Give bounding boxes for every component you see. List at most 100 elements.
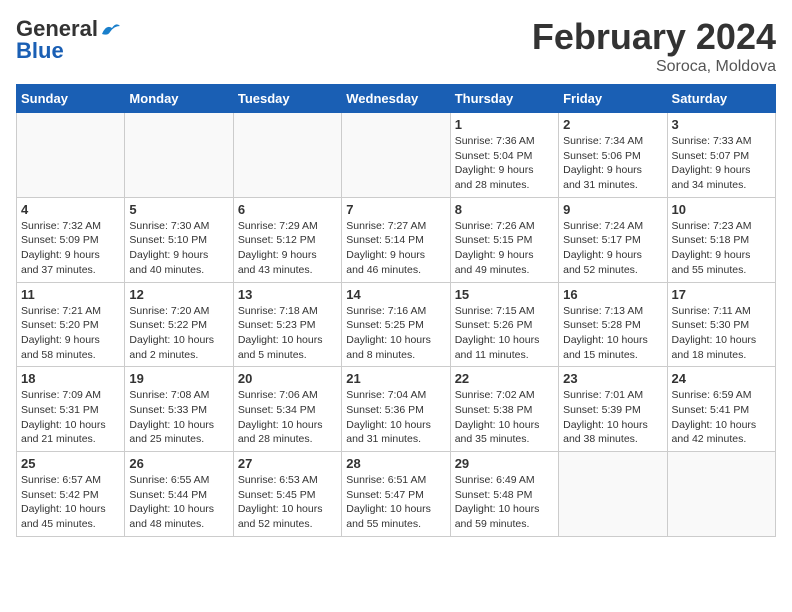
day-info: Sunrise: 7:09 AMSunset: 5:31 PMDaylight:…: [21, 388, 120, 447]
day-number: 3: [672, 117, 771, 132]
day-info: Sunrise: 7:26 AMSunset: 5:15 PMDaylight:…: [455, 219, 554, 278]
week-row-5: 25 Sunrise: 6:57 AMSunset: 5:42 PMDayligh…: [17, 452, 776, 537]
day-info: Sunrise: 7:34 AMSunset: 5:06 PMDaylight:…: [563, 134, 662, 193]
table-cell: 22 Sunrise: 7:02 AMSunset: 5:38 PMDayligh…: [450, 367, 558, 452]
table-cell: 23 Sunrise: 7:01 AMSunset: 5:39 PMDayligh…: [559, 367, 667, 452]
day-info: Sunrise: 7:06 AMSunset: 5:34 PMDaylight:…: [238, 388, 337, 447]
logo-blue: Blue: [16, 38, 64, 64]
table-cell: 1 Sunrise: 7:36 AMSunset: 5:04 PMDaylight…: [450, 113, 558, 198]
day-info: Sunrise: 7:15 AMSunset: 5:26 PMDaylight:…: [455, 304, 554, 363]
table-cell: 29 Sunrise: 6:49 AMSunset: 5:48 PMDayligh…: [450, 452, 558, 537]
calendar-table: Sunday Monday Tuesday Wednesday Thursday…: [16, 84, 776, 537]
day-number: 26: [129, 456, 228, 471]
table-cell: [233, 113, 341, 198]
table-cell: 25 Sunrise: 6:57 AMSunset: 5:42 PMDayligh…: [17, 452, 125, 537]
table-cell: 7 Sunrise: 7:27 AMSunset: 5:14 PMDaylight…: [342, 197, 450, 282]
table-cell: 13Sunrise: 7:18 AMSunset: 5:23 PMDayligh…: [233, 282, 341, 367]
page-header: General Blue February 2024 Soroca, Moldo…: [16, 16, 776, 76]
table-cell: [17, 113, 125, 198]
table-cell: 27Sunrise: 6:53 AMSunset: 5:45 PMDayligh…: [233, 452, 341, 537]
day-number: 10: [672, 202, 771, 217]
day-number: 17: [672, 287, 771, 302]
table-cell: 12 Sunrise: 7:20 AMSunset: 5:22 PMDayligh…: [125, 282, 233, 367]
day-info: Sunrise: 6:57 AMSunset: 5:42 PMDaylight:…: [21, 473, 120, 532]
day-number: 12: [129, 287, 228, 302]
week-row-2: 4 Sunrise: 7:32 AMSunset: 5:09 PMDaylight…: [17, 197, 776, 282]
day-info: Sunrise: 7:20 AMSunset: 5:22 PMDaylight:…: [129, 304, 228, 363]
table-cell: 16 Sunrise: 7:13 AMSunset: 5:28 PMDayligh…: [559, 282, 667, 367]
day-number: 11: [21, 287, 120, 302]
day-info: Sunrise: 7:33 AMSunset: 5:07 PMDaylight:…: [672, 134, 771, 193]
table-cell: 10 Sunrise: 7:23 AMSunset: 5:18 PMDayligh…: [667, 197, 775, 282]
table-cell: [342, 113, 450, 198]
day-number: 15: [455, 287, 554, 302]
table-cell: 6 Sunrise: 7:29 AMSunset: 5:12 PMDaylight…: [233, 197, 341, 282]
table-cell: 4 Sunrise: 7:32 AMSunset: 5:09 PMDaylight…: [17, 197, 125, 282]
day-info: Sunrise: 7:24 AMSunset: 5:17 PMDaylight:…: [563, 219, 662, 278]
day-number: 25: [21, 456, 120, 471]
week-row-3: 11Sunrise: 7:21 AMSunset: 5:20 PMDayligh…: [17, 282, 776, 367]
day-number: 4: [21, 202, 120, 217]
table-cell: 19 Sunrise: 7:08 AMSunset: 5:33 PMDayligh…: [125, 367, 233, 452]
col-thursday: Thursday: [450, 85, 558, 113]
day-info: Sunrise: 7:08 AMSunset: 5:33 PMDaylight:…: [129, 388, 228, 447]
location: Soroca, Moldova: [532, 58, 776, 76]
month-title: February 2024: [532, 16, 776, 58]
day-info: Sunrise: 7:16 AMSunset: 5:25 PMDaylight:…: [346, 304, 445, 363]
table-cell: [559, 452, 667, 537]
day-number: 29: [455, 456, 554, 471]
week-row-1: 1 Sunrise: 7:36 AMSunset: 5:04 PMDaylight…: [17, 113, 776, 198]
day-info: Sunrise: 7:11 AMSunset: 5:30 PMDaylight:…: [672, 304, 771, 363]
table-cell: 26 Sunrise: 6:55 AMSunset: 5:44 PMDayligh…: [125, 452, 233, 537]
col-wednesday: Wednesday: [342, 85, 450, 113]
day-info: Sunrise: 7:13 AMSunset: 5:28 PMDaylight:…: [563, 304, 662, 363]
table-cell: 8Sunrise: 7:26 AMSunset: 5:15 PMDaylight…: [450, 197, 558, 282]
day-number: 2: [563, 117, 662, 132]
title-block: February 2024 Soroca, Moldova: [532, 16, 776, 76]
day-number: 18: [21, 371, 120, 386]
col-sunday: Sunday: [17, 85, 125, 113]
table-cell: 17 Sunrise: 7:11 AMSunset: 5:30 PMDayligh…: [667, 282, 775, 367]
col-monday: Monday: [125, 85, 233, 113]
day-info: Sunrise: 7:29 AMSunset: 5:12 PMDaylight:…: [238, 219, 337, 278]
day-info: Sunrise: 7:23 AMSunset: 5:18 PMDaylight:…: [672, 219, 771, 278]
day-number: 24: [672, 371, 771, 386]
table-cell: 28 Sunrise: 6:51 AMSunset: 5:47 PMDayligh…: [342, 452, 450, 537]
table-cell: 20 Sunrise: 7:06 AMSunset: 5:34 PMDayligh…: [233, 367, 341, 452]
day-number: 20: [238, 371, 337, 386]
day-number: 7: [346, 202, 445, 217]
table-cell: 14Sunrise: 7:16 AMSunset: 5:25 PMDayligh…: [342, 282, 450, 367]
table-cell: 15 Sunrise: 7:15 AMSunset: 5:26 PMDayligh…: [450, 282, 558, 367]
day-number: 1: [455, 117, 554, 132]
day-number: 6: [238, 202, 337, 217]
col-friday: Friday: [559, 85, 667, 113]
col-saturday: Saturday: [667, 85, 775, 113]
day-number: 23: [563, 371, 662, 386]
day-info: Sunrise: 7:27 AMSunset: 5:14 PMDaylight:…: [346, 219, 445, 278]
day-number: 5: [129, 202, 228, 217]
table-cell: 24Sunrise: 6:59 AMSunset: 5:41 PMDayligh…: [667, 367, 775, 452]
table-cell: 9 Sunrise: 7:24 AMSunset: 5:17 PMDaylight…: [559, 197, 667, 282]
day-info: Sunrise: 7:02 AMSunset: 5:38 PMDaylight:…: [455, 388, 554, 447]
day-info: Sunrise: 6:55 AMSunset: 5:44 PMDaylight:…: [129, 473, 228, 532]
day-number: 28: [346, 456, 445, 471]
day-number: 27: [238, 456, 337, 471]
day-number: 16: [563, 287, 662, 302]
table-cell: 2 Sunrise: 7:34 AMSunset: 5:06 PMDaylight…: [559, 113, 667, 198]
col-tuesday: Tuesday: [233, 85, 341, 113]
table-cell: 18 Sunrise: 7:09 AMSunset: 5:31 PMDayligh…: [17, 367, 125, 452]
day-number: 19: [129, 371, 228, 386]
day-number: 21: [346, 371, 445, 386]
day-number: 22: [455, 371, 554, 386]
table-cell: [125, 113, 233, 198]
calendar-header-row: Sunday Monday Tuesday Wednesday Thursday…: [17, 85, 776, 113]
table-cell: 11Sunrise: 7:21 AMSunset: 5:20 PMDayligh…: [17, 282, 125, 367]
day-info: Sunrise: 6:51 AMSunset: 5:47 PMDaylight:…: [346, 473, 445, 532]
day-info: Sunrise: 7:01 AMSunset: 5:39 PMDaylight:…: [563, 388, 662, 447]
day-number: 9: [563, 202, 662, 217]
table-cell: 5Sunrise: 7:30 AMSunset: 5:10 PMDaylight…: [125, 197, 233, 282]
day-info: Sunrise: 7:36 AMSunset: 5:04 PMDaylight:…: [455, 134, 554, 193]
week-row-4: 18 Sunrise: 7:09 AMSunset: 5:31 PMDayligh…: [17, 367, 776, 452]
day-info: Sunrise: 7:32 AMSunset: 5:09 PMDaylight:…: [21, 219, 120, 278]
day-info: Sunrise: 6:49 AMSunset: 5:48 PMDaylight:…: [455, 473, 554, 532]
